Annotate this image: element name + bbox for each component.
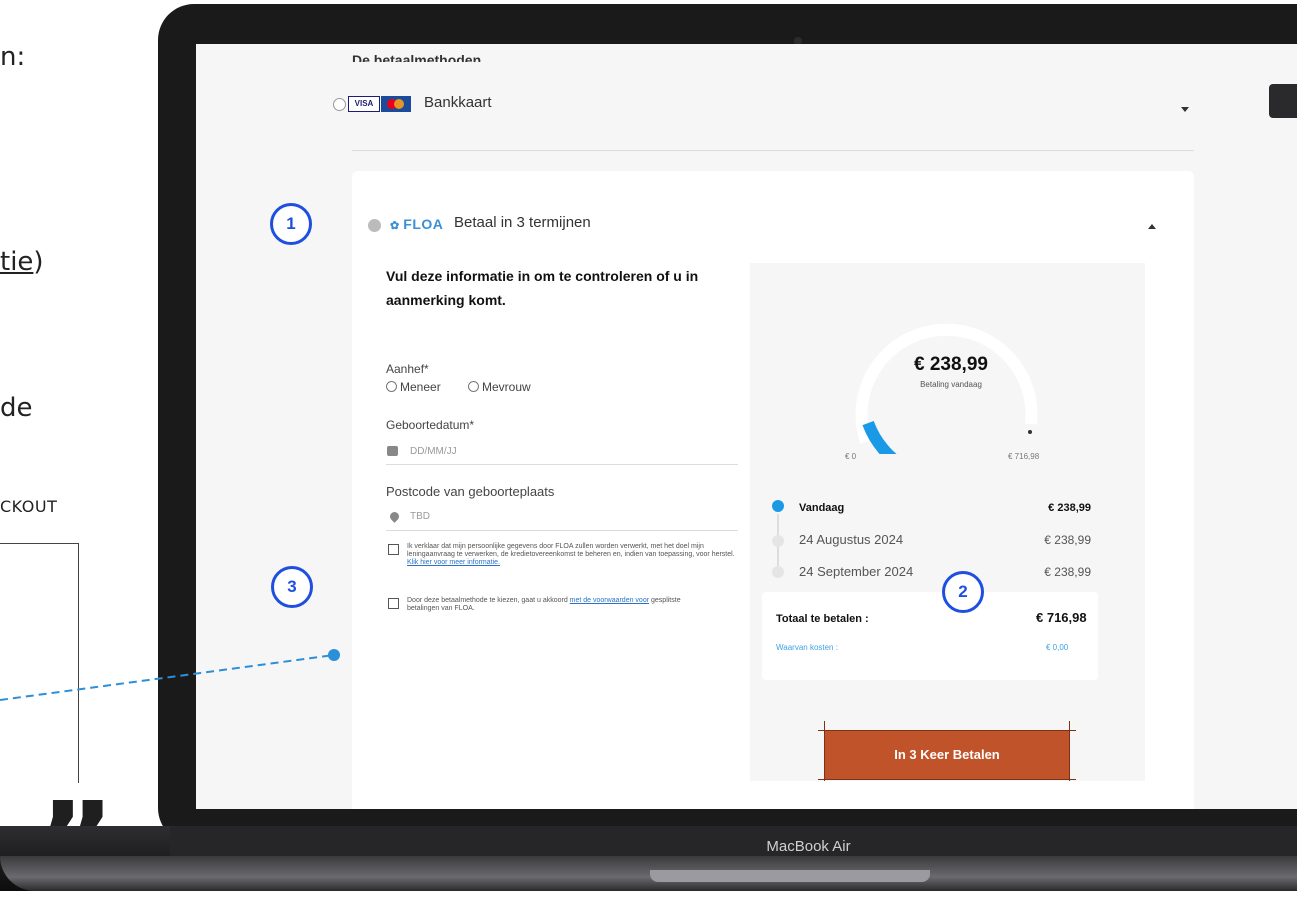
callout-1: 1 [270,203,312,245]
connector-dot [328,649,340,661]
callout-3: 3 [271,566,313,608]
callout-2: 2 [942,571,984,613]
callout-connector [0,649,340,701]
connector-line [0,654,335,701]
